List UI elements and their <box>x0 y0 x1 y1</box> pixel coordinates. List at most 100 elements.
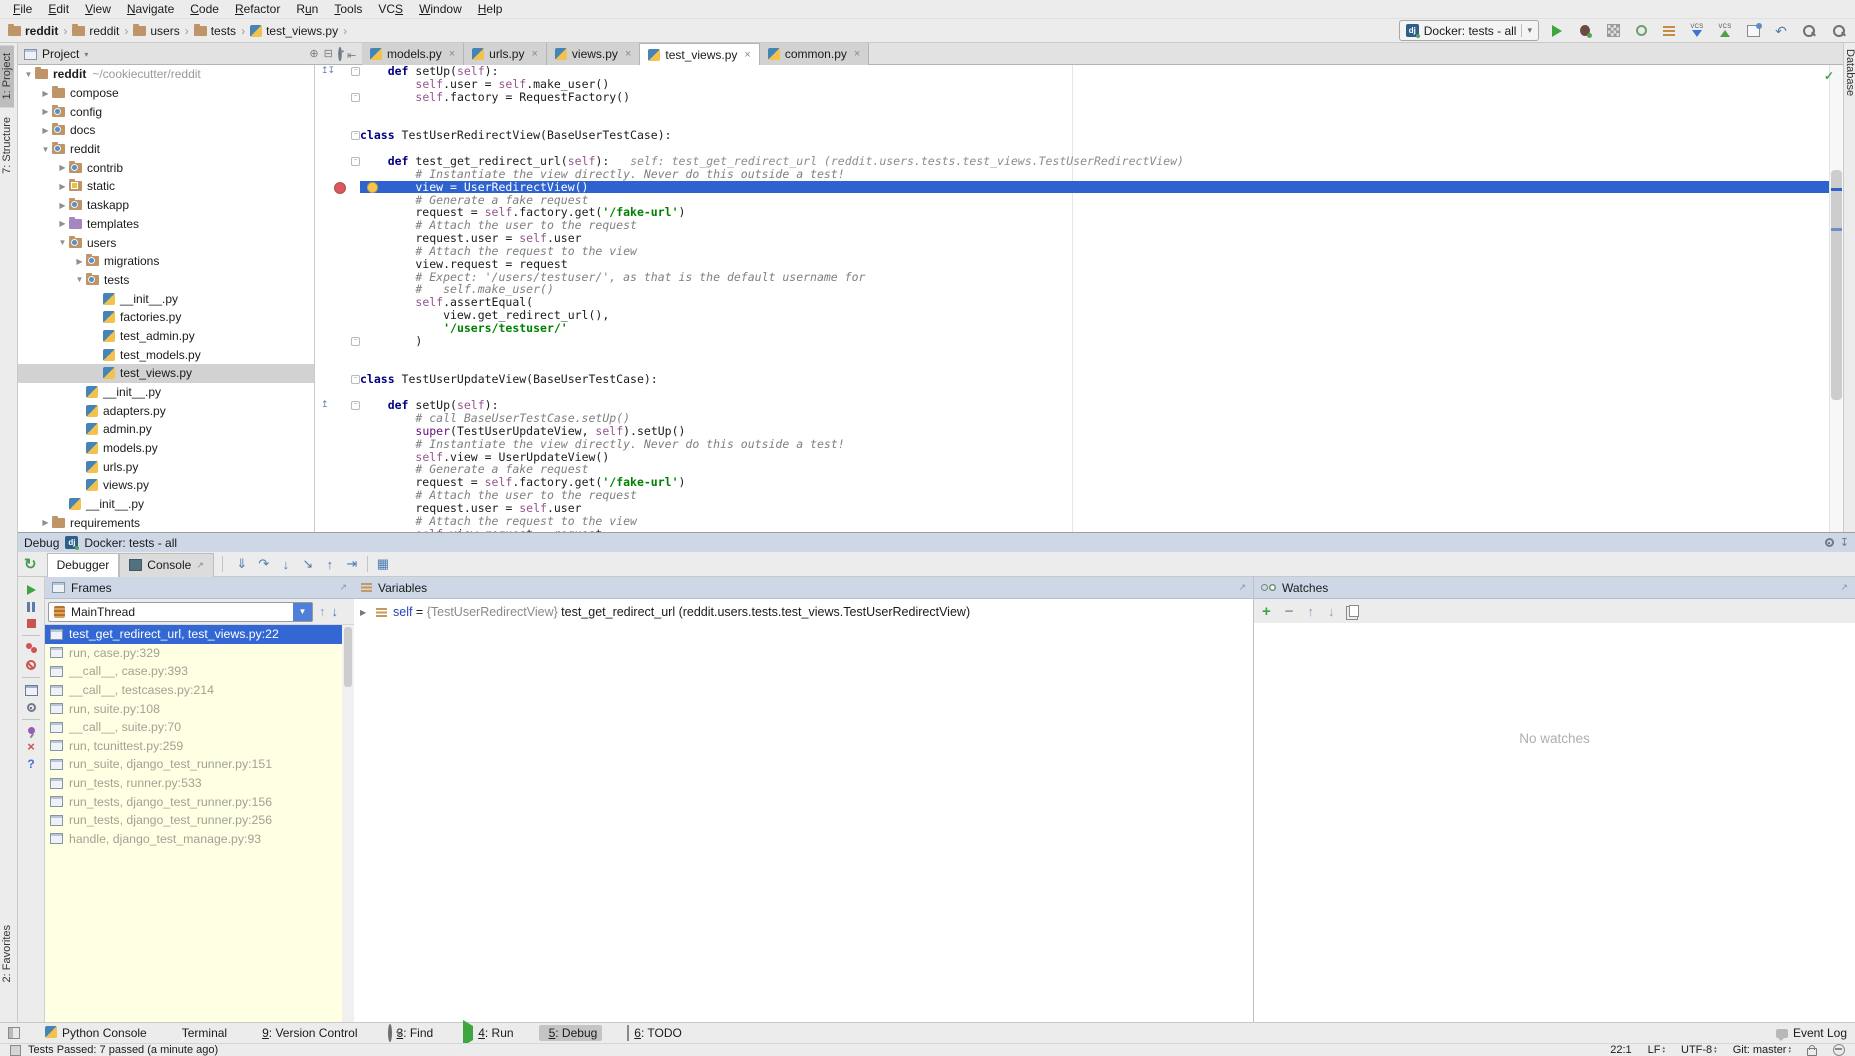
tool-strip-button-1-project[interactable]: 1: Project <box>0 45 14 107</box>
code-text[interactable]: class TestUserRedirectView(BaseUserTestC… <box>360 129 1843 142</box>
editor-gutter[interactable] <box>315 271 360 284</box>
run-to-cursor-button[interactable]: ⇥ <box>341 556 363 572</box>
step-into-my-code-button[interactable]: ↘ <box>297 556 319 572</box>
code-line[interactable] <box>315 386 1843 399</box>
run-configuration-select[interactable]: dj Docker: tests - all ▾ <box>1399 20 1539 41</box>
editor-gutter[interactable] <box>315 489 360 502</box>
chevron-down-icon[interactable]: ▾ <box>84 50 88 59</box>
step-into-button[interactable]: ↓ <box>275 557 297 572</box>
profiler-button[interactable] <box>1633 23 1649 39</box>
variable-row-self[interactable]: ▶ self = {TestUserRedirectView} test_get… <box>354 599 1253 619</box>
frame-row[interactable]: run_tests, runner.py:533 <box>45 774 342 793</box>
code-line[interactable]: # self.make_user() <box>315 283 1843 296</box>
code-line[interactable]: '/users/testuser/' <box>315 322 1843 335</box>
fold-marker-icon[interactable]: − <box>351 93 360 102</box>
tree-item-templates[interactable]: ▶templates <box>18 215 314 234</box>
toolwindow-button-python-console[interactable]: Python Console <box>40 1025 152 1042</box>
code-text[interactable]: # Expect: '/users/testuser/', as that is… <box>360 271 1843 284</box>
tree-item-taskapp[interactable]: ▶taskapp <box>18 196 314 215</box>
intention-bulb-icon[interactable] <box>367 182 378 193</box>
tree-item-static[interactable]: ▶static <box>18 177 314 196</box>
code-text[interactable]: # self.make_user() <box>360 283 1843 296</box>
pause-button[interactable] <box>27 602 35 612</box>
editor-gutter[interactable] <box>315 451 360 464</box>
code-line[interactable]: −class TestUserRedirectView(BaseUserTest… <box>315 129 1843 142</box>
tree-collapsed-arrow-icon[interactable]: ▶ <box>73 257 86 266</box>
inspections-ok-icon[interactable]: ✓ <box>1824 69 1834 83</box>
close-icon[interactable]: × <box>625 48 631 60</box>
tree-item-test_views-py[interactable]: test_views.py <box>18 364 314 383</box>
editor-gutter[interactable] <box>315 348 360 361</box>
editor-gutter[interactable] <box>315 283 360 296</box>
line-separator-widget[interactable]: LF▴▾ <box>1648 1044 1665 1056</box>
tree-item-users[interactable]: ▼users <box>18 233 314 252</box>
search-icon[interactable] <box>1831 23 1847 39</box>
editor-gutter[interactable] <box>315 206 360 219</box>
tree-collapsed-arrow-icon[interactable]: ▶ <box>39 107 52 116</box>
editor-gutter[interactable] <box>315 232 360 245</box>
code-line[interactable] <box>315 104 1843 117</box>
menu-item-navigate[interactable]: Navigate <box>120 1 181 17</box>
menu-item-help[interactable]: Help <box>471 1 510 17</box>
close-icon[interactable]: × <box>531 48 537 60</box>
frame-row[interactable]: run, case.py:329 <box>45 644 342 663</box>
code-text[interactable]: # Attach the user to the request <box>360 489 1843 502</box>
move-watch-down-button[interactable]: ↓ <box>1328 604 1335 619</box>
breadcrumb-item-test_views-py[interactable]: test_views.py <box>250 24 338 38</box>
tree-item-contrib[interactable]: ▶contrib <box>18 158 314 177</box>
move-watch-up-button[interactable]: ↑ <box>1308 604 1315 619</box>
editor-gutter[interactable] <box>315 386 360 399</box>
fold-marker-icon[interactable]: − <box>351 67 360 76</box>
tree-collapsed-arrow-icon[interactable]: ▶ <box>56 182 69 191</box>
tree-item-urls-py[interactable]: urls.py <box>18 457 314 476</box>
editor-gutter[interactable] <box>315 309 360 322</box>
editor-gutter[interactable] <box>315 194 360 207</box>
menu-item-edit[interactable]: Edit <box>41 1 76 17</box>
code-text[interactable]: # Attach the request to the view <box>360 245 1843 258</box>
code-line[interactable]: − ) <box>315 335 1843 348</box>
tree-expanded-arrow-icon[interactable]: ▼ <box>39 145 52 154</box>
editor-gutter[interactable] <box>315 78 360 91</box>
frame-row[interactable]: run_tests, django_test_runner.py:156 <box>45 792 342 811</box>
pin-button[interactable] <box>28 727 35 734</box>
editor-gutter[interactable] <box>315 425 360 438</box>
tree-item-__init__-py[interactable]: __init__.py <box>18 383 314 402</box>
tab-common-py[interactable]: common.py× <box>760 43 869 65</box>
breadcrumb-item-reddit[interactable]: reddit <box>8 24 58 38</box>
editor-gutter[interactable] <box>315 361 360 374</box>
tree-collapsed-arrow-icon[interactable]: ▶ <box>39 518 52 527</box>
vcs-update-button[interactable]: VCS <box>1689 23 1705 39</box>
tree-expanded-arrow-icon[interactable]: ▼ <box>56 238 69 247</box>
recent-changes-button[interactable] <box>1745 23 1761 39</box>
rerun-icon[interactable]: ↻ <box>24 555 37 573</box>
execution-stripe-mark[interactable] <box>1831 188 1842 191</box>
code-text[interactable]: '/users/testuser/' <box>360 322 1843 335</box>
tree-item-docs[interactable]: ▶docs <box>18 121 314 140</box>
stripe-mark[interactable] <box>1831 228 1842 231</box>
tree-item-factories-py[interactable]: factories.py <box>18 308 314 327</box>
mute-breakpoints-button[interactable] <box>26 660 36 670</box>
menu-item-window[interactable]: Window <box>412 1 469 17</box>
breadcrumb-item-reddit[interactable]: reddit <box>72 24 119 38</box>
git-branch-widget[interactable]: Git: master▴▾ <box>1733 1044 1791 1056</box>
editor-gutter[interactable]: − <box>315 129 360 142</box>
editor-gutter[interactable] <box>315 219 360 232</box>
editor-scrollbar[interactable] <box>1829 65 1843 532</box>
editor-gutter[interactable] <box>315 116 360 129</box>
tab-views-py[interactable]: views.py× <box>547 43 640 65</box>
tree-expanded-arrow-icon[interactable]: ▼ <box>22 70 35 79</box>
highlighting-level-icon[interactable] <box>1833 1044 1845 1056</box>
code-editor[interactable]: ↥↧− def setUp(self): self.user = self.ma… <box>315 65 1843 532</box>
code-text[interactable]: ) <box>360 335 1843 348</box>
tree-item-views-py[interactable]: views.py <box>18 476 314 495</box>
step-out-button[interactable]: ↑ <box>319 557 341 572</box>
frames-scrollbar[interactable] <box>342 625 354 1022</box>
close-icon[interactable]: × <box>744 49 750 61</box>
tree-item-test_admin-py[interactable]: test_admin.py <box>18 327 314 346</box>
editor-gutter[interactable]: ↥− <box>315 399 360 412</box>
float-panel-icon[interactable]: ↗ <box>1840 582 1848 593</box>
tree-collapsed-arrow-icon[interactable]: ▶ <box>56 219 69 228</box>
editor-gutter[interactable]: − <box>315 335 360 348</box>
tree-expanded-arrow-icon[interactable]: ▼ <box>73 275 86 284</box>
duplicate-watch-button[interactable] <box>1349 605 1359 617</box>
